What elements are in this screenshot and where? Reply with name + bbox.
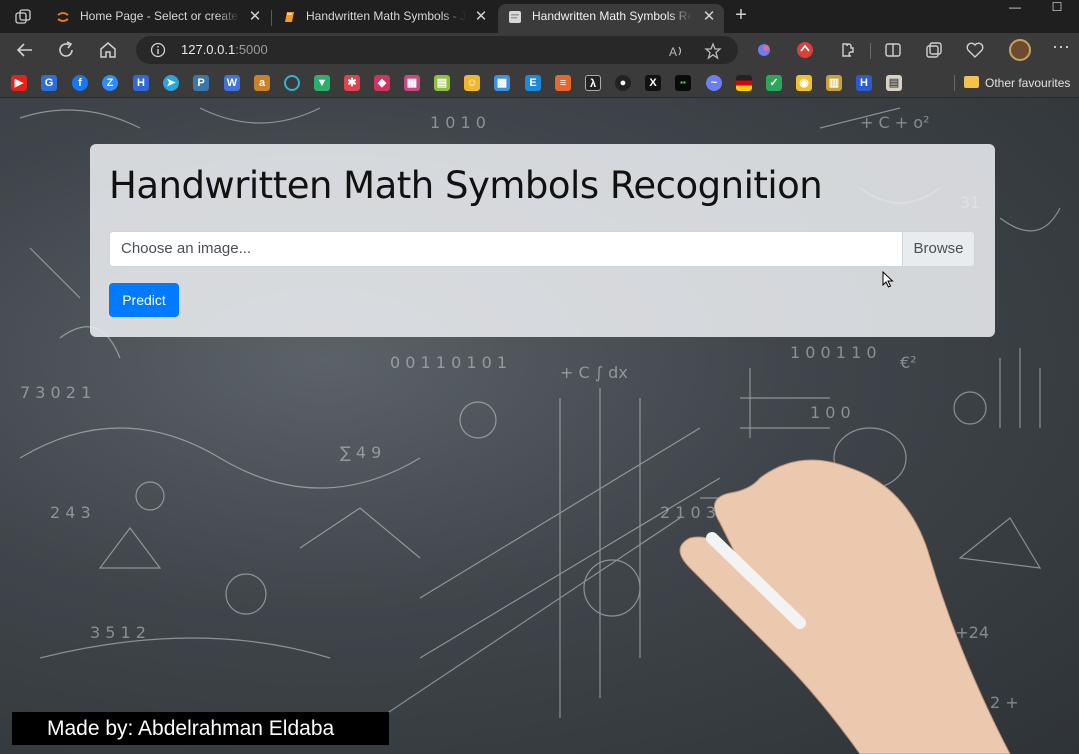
bookmark-blue-icon[interactable]: W [224,75,240,91]
navigation-bar: 127.0.0.1:5000 A ⋯ [0,33,1079,67]
tab-home-page[interactable]: Home Page - Select or create a n ✕ [46,4,270,33]
bookmark-doc-icon[interactable]: ▤ [886,75,902,91]
split-screen-icon[interactable] [883,40,903,60]
german-flag-icon[interactable] [736,75,752,91]
bookmark-check-icon[interactable]: ✓ [766,75,782,91]
other-favourites-folder[interactable]: Other favourites [964,73,1070,93]
page-viewport: 0 0 1 1 0 1 0 1 + C ∫ dx 1 0 0 1 1 0 €² … [0,98,1079,754]
bookmark-h-icon[interactable]: H [856,75,872,91]
zoom-icon[interactable]: Z [102,75,118,91]
bookmark-lambda-icon[interactable]: λ [585,75,601,91]
notebook-icon [285,12,294,22]
close-tab-icon[interactable]: ✕ [248,4,262,29]
hackerrank-icon[interactable]: H [133,75,149,91]
google-translate-icon[interactable]: G [41,75,57,91]
address-bar[interactable]: 127.0.0.1:5000 A [136,36,738,64]
python-icon[interactable]: P [193,75,209,91]
x-icon[interactable]: X [645,75,661,91]
tab-title: Handwritten Math Symbols Reco [532,9,692,23]
tab-strip: Home Page - Select or create a n ✕ Handw… [0,0,1079,33]
other-favourites-label: Other favourites [985,76,1071,90]
bookmark-people-icon[interactable]: ☺ [464,75,480,91]
collections-icon[interactable] [924,40,944,60]
maximize-icon[interactable]: ☐ [1050,0,1064,18]
read-aloud-icon[interactable]: A [668,42,686,60]
bookmark-puzzle-icon[interactable]: ◆ [374,75,390,91]
tab-jupyter-notebook[interactable]: Handwritten Math Symbols - Jup ✕ [272,4,496,33]
hand-with-chalk-image [679,459,1011,754]
author-footer: Made by: Abdelrahman Eldaba [12,712,389,745]
bookmark-grid-icon[interactable]: ▦ [404,75,420,91]
extensions-icon[interactable] [837,40,857,60]
back-icon[interactable] [14,39,36,61]
bookmark-building-icon[interactable]: ▥ [826,75,842,91]
bookmark-e-icon[interactable]: E [525,75,541,91]
bookmark-bulb-icon[interactable]: ◉ [796,75,812,91]
close-tab-icon[interactable]: ✕ [474,4,488,29]
tab-math-recognition[interactable]: Handwritten Math Symbols Reco ✕ [498,4,724,33]
bookmark-cloud-icon[interactable]: ~ [706,75,722,91]
browser-performance-icon[interactable] [965,40,985,60]
loading-icon[interactable] [284,75,300,91]
more-options-icon[interactable]: ⋯ [1052,37,1070,58]
slack-icon[interactable]: ✱ [344,75,360,91]
extension-red-icon[interactable] [795,40,815,60]
url-text: 127.0.0.1:5000 [181,42,268,57]
tab-title: Home Page - Select or create a n [80,9,240,23]
workspaces-icon[interactable] [14,8,32,26]
svg-text:A: A [669,45,677,59]
facebook-icon[interactable]: f [72,75,88,91]
home-icon[interactable] [97,39,119,61]
toolbar-divider [870,43,871,59]
favourites-bar: ▶ G f Z H ➤ P W a ▼ ✱ ◆ ▦ ▤ ☺ ▩ E ≡ λ ● … [0,67,1079,98]
bookmark-green-icon[interactable]: ▼ [314,75,330,91]
site-info-icon[interactable] [150,42,166,58]
bookmark-image-icon[interactable]: ▩ [494,75,510,91]
bookmark-terminal-icon[interactable]: ▪▪ [675,75,691,91]
new-tab-button[interactable]: + [730,4,752,28]
github-icon[interactable]: ● [615,75,631,91]
folder-icon [964,76,979,88]
browser-essentials-icon[interactable] [754,40,774,60]
minimize-icon[interactable]: ― [1008,0,1022,18]
bookmark-ab-icon[interactable]: a [254,75,270,91]
telegram-icon[interactable]: ➤ [163,75,179,91]
tab-title: Handwritten Math Symbols - Jup [306,9,466,23]
favourites-divider [954,75,955,91]
youtube-icon[interactable]: ▶ [11,75,27,91]
refresh-icon[interactable] [55,39,77,61]
bookmark-chart-icon[interactable]: ▤ [434,75,450,91]
favourite-star-icon[interactable] [704,42,722,60]
jupyter-icon [57,12,69,22]
close-tab-icon[interactable]: ✕ [702,4,716,29]
profile-avatar[interactable] [1009,39,1031,61]
bookmark-stack-icon[interactable]: ≡ [555,75,571,91]
page-icon [509,11,521,23]
